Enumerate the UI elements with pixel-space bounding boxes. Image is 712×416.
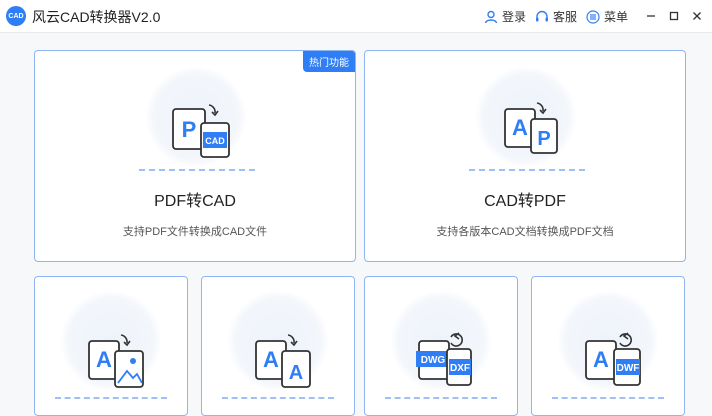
card-cad-to-a[interactable]: A A [201,276,355,416]
maximize-button[interactable] [664,6,684,26]
card-title: PDF转CAD [154,193,236,210]
icon-underline [55,397,167,399]
icon-letter-a: A [512,115,528,140]
app-title: 风云CAD转换器V2.0 [32,9,161,25]
card-description: 支持各版本CAD文档转换成PDF文档 [436,226,614,238]
minimize-button[interactable] [641,6,661,26]
icon-letter-a: A [593,347,609,372]
card-cad-to-dwf[interactable]: A DWF [531,276,685,416]
icon-label-dxf: DXF [450,363,470,374]
card-description: 支持PDF文件转换成CAD文件 [122,226,268,238]
card-title: CAD转PDF [484,193,566,210]
icon-underline [139,169,255,171]
menu-button[interactable]: 菜单 [586,8,628,25]
card-pdf-to-cad[interactable]: 热门功能 P CAD PDF转CAD 支持PDF文件转换成CAD文件 [34,50,356,262]
close-icon [693,12,701,20]
icon-label-dwf: DWF [617,363,640,374]
service-button[interactable]: 客服 [535,8,577,25]
menu-label: 菜单 [604,10,629,24]
card-cad-to-pdf[interactable]: A P CAD转PDF 支持各版本CAD文档转换成PDF文档 [364,50,686,262]
app-logo-text: CAD [8,12,24,20]
maximize-icon [669,11,679,21]
icon-letter-p: P [537,128,550,150]
icon-label-dwg: DWG [421,355,446,366]
cad-to-dwf-icon: A DWF [582,331,644,393]
icon-underline [552,397,664,399]
cad-to-a-icon: A A [252,333,314,395]
dwg-to-dxf-icon: DWG DXF [413,331,475,393]
service-label: 客服 [553,10,578,24]
login-label: 登录 [502,10,527,24]
icon-underline [222,397,334,399]
hot-feature-badge: 热门功能 [303,51,355,72]
icon-letter-a: A [96,347,112,372]
headset-icon [536,10,548,21]
login-button[interactable]: 登录 [484,8,526,25]
icon-underline [469,169,585,171]
user-icon [484,10,498,23]
icon-letter-a: A [263,347,279,372]
minimize-icon [647,15,655,17]
app-logo-icon: CAD [6,6,26,26]
pdf-to-cad-icon: P CAD [169,103,231,165]
close-button[interactable] [687,6,707,26]
icon-underline [385,397,497,399]
icon-label-cad: CAD [205,136,225,146]
cad-to-pdf-icon: A P [501,101,563,163]
icon-letter-a-2: A [289,362,303,384]
card-dwg-to-dxf[interactable]: DWG DXF [364,276,518,416]
icon-letter-p: P [182,117,197,142]
cad-to-image-icon: A [85,333,147,395]
title-bar: CAD 风云CAD转换器V2.0 登录 客服 菜单 [0,0,712,33]
card-cad-to-image[interactable]: A [34,276,188,416]
menu-icon [586,9,600,24]
